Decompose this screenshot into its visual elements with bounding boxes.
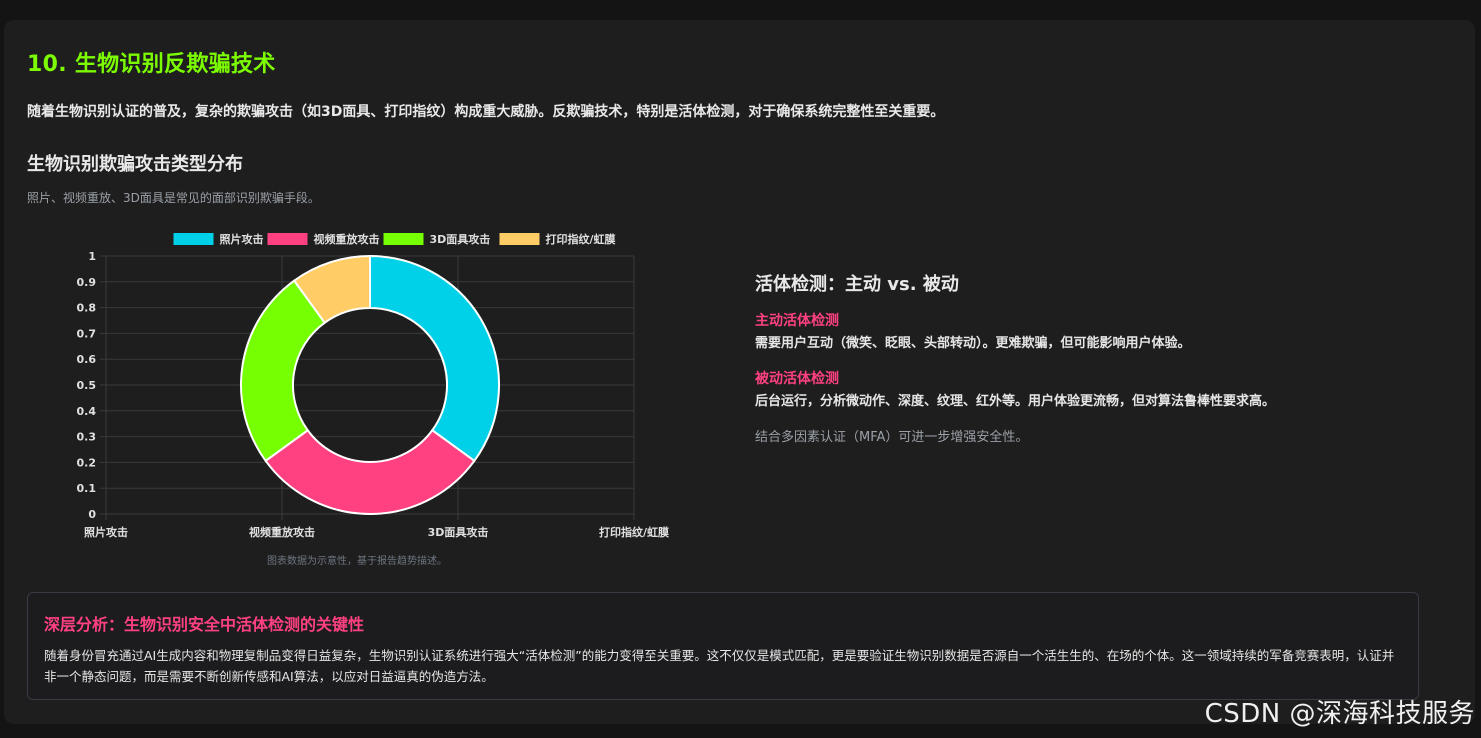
legend-swatch xyxy=(267,233,308,245)
chart-note: 图表数据为示意性，基于报告趋势描述。 xyxy=(267,556,447,567)
intro-paragraph: 随着生物识别认证的普及，复杂的欺骗攻击（如3D面具、打印指纹）构成重大威胁。反欺… xyxy=(27,104,945,120)
y-tick-label: 0.1 xyxy=(77,482,97,495)
y-tick-label: 0.8 xyxy=(77,302,97,315)
legend-swatch xyxy=(499,233,540,245)
passive-liveness-block: 被动活体检测 后台运行，分析微动作、深度、纹理、红外等。用户体验更流畅，但对算法… xyxy=(755,368,1435,409)
y-tick-label: 0.7 xyxy=(77,327,97,340)
x-tick-label: 照片攻击 xyxy=(84,525,128,539)
doughnut-slice xyxy=(369,254,500,463)
x-tick-label: 打印指纹/虹膜 xyxy=(599,525,669,539)
passive-liveness-title: 被动活体检测 xyxy=(755,371,839,387)
passive-liveness-text: 后台运行，分析微动作、深度、纹理、红外等。用户体验更流畅，但对算法鲁棒性要求高。 xyxy=(755,394,1276,409)
active-liveness-block: 主动活体检测 需要用户互动（微笑、眨眼、头部转动）。更难欺骗，但可能影响用户体验… xyxy=(755,310,1435,351)
liveness-panel: 活体检测：主动 vs. 被动 主动活体检测 需要用户互动（微笑、眨眼、头部转动）… xyxy=(755,270,1435,445)
y-tick-label: 0.5 xyxy=(77,379,97,392)
doughnut-slice xyxy=(264,428,476,515)
y-tick-label: 0.2 xyxy=(77,456,97,469)
legend-label: 照片攻击 xyxy=(220,232,264,246)
legend-label: 视频重放攻击 xyxy=(314,232,380,246)
legend-swatch xyxy=(383,233,424,245)
active-liveness-text: 需要用户互动（微笑、眨眼、头部转动）。更难欺骗，但可能影响用户体验。 xyxy=(755,336,1191,351)
legend-swatch xyxy=(173,233,214,245)
active-liveness-title: 主动活体检测 xyxy=(755,313,839,329)
watermark: CSDN @深海科技服务 xyxy=(1204,699,1475,729)
y-tick-label: 0.3 xyxy=(77,431,97,444)
y-tick-label: 1 xyxy=(88,250,96,263)
y-tick-label: 0.6 xyxy=(77,353,97,366)
y-tick-label: 0.4 xyxy=(77,405,97,418)
y-tick-label: 0 xyxy=(88,508,96,521)
page-title: 10. 生物识别反欺骗技术 xyxy=(27,52,276,77)
x-tick-label: 视频重放攻击 xyxy=(249,525,315,539)
x-tick-label: 3D面具攻击 xyxy=(428,525,489,539)
mfa-note: 结合多因素认证（MFA）可进一步增强安全性。 xyxy=(755,430,1029,445)
legend-label: 打印指纹/虹膜 xyxy=(546,232,616,246)
chart-section-subtitle: 照片、视频重放、3D面具是常见的面部识别欺骗手段。 xyxy=(27,191,320,205)
chart-section-title: 生物识别欺骗攻击类型分布 xyxy=(27,154,243,175)
legend-label: 3D面具攻击 xyxy=(430,232,491,246)
analysis-text: 随着身份冒充通过AI生成内容和物理复制品变得日益复杂，生物识别认证系统进行强大“… xyxy=(44,648,1395,684)
y-tick-label: 0.9 xyxy=(77,276,97,289)
analysis-title: 深层分析：生物识别安全中活体检测的关键性 xyxy=(44,615,365,634)
deep-analysis-box: 深层分析：生物识别安全中活体检测的关键性 随着身份冒充通过AI生成内容和物理复制… xyxy=(27,592,1419,700)
liveness-title: 活体检测：主动 vs. 被动 xyxy=(755,274,959,295)
attack-type-doughnut-chart: 00.10.20.30.40.50.60.70.80.91照片攻击 视频重放攻击 3… xyxy=(77,232,670,539)
